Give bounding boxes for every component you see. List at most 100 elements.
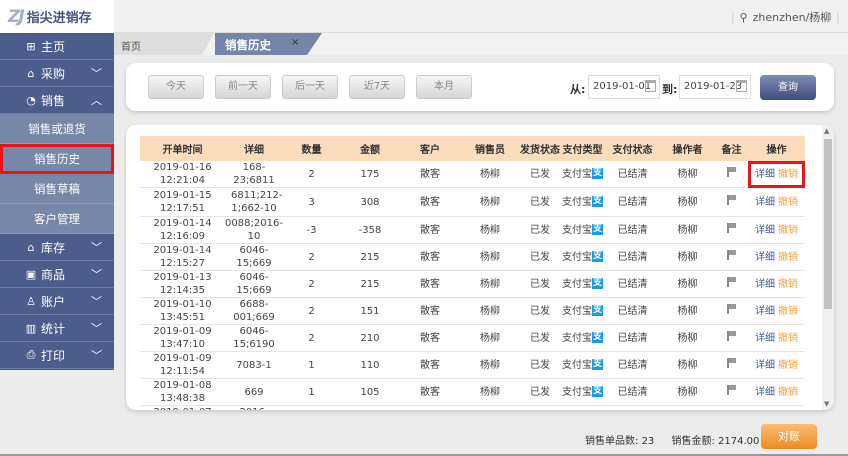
scroll-down-icon[interactable]: ▼ [824,400,829,408]
alipay-icon: 支 [592,251,603,262]
flag-icon[interactable] [727,195,736,205]
revoke-link[interactable]: 撤销 [778,360,798,371]
sidebar-item-more-3[interactable]: ▥ 统计 ﹀ [0,315,114,342]
revoke-link[interactable]: 撤销 [778,252,798,263]
revoke-link[interactable]: 撤销 [778,387,798,398]
flag-icon[interactable] [727,277,736,287]
detail-link[interactable]: 详细 [755,197,775,208]
flag-icon[interactable] [727,304,736,314]
revoke-link[interactable]: 撤销 [778,333,798,344]
revoke-link[interactable]: 撤销 [778,225,798,236]
cell-2: 2 [283,270,340,298]
cell-1: 6046-15;6190 [225,324,283,352]
cell-8: 已结清 [605,405,660,410]
actions-cell: 详细撤销 [748,405,805,410]
sidebar-item-more-4[interactable]: ⎙ 打印 ﹀ [0,342,114,369]
tab-sales-history[interactable]: 销售历史 × [215,33,322,55]
chevron-down-icon[interactable]: ﹀ [91,239,102,255]
table-row[interactable]: 2019-01-15 12:17:51 6811;212-1;662-10 3 308… [140,187,805,217]
cell-0: 2019-01-16 12:21:04 [140,161,225,188]
alipay-icon: 支 [592,196,603,207]
close-tab-icon[interactable]: × [291,37,299,48]
sidebar-item-more-2[interactable]: ♙ 账户 ﹀ [0,288,114,315]
detail-link[interactable]: 详细 [755,306,775,317]
alipay-icon: 支 [592,224,603,235]
chart-icon: ▥ [25,321,37,335]
chevron-down-icon[interactable]: ﹀ [91,266,102,282]
table-row[interactable]: 2019-01-07 13:50:262016-10;212-12213散客杨柳… [140,405,805,410]
column-header: 销售员 [460,136,520,161]
sidebar-item-label: 主页 [41,39,66,54]
table-row[interactable]: 2019-01-13 12:14:35 6046-15;669 2 215 散客 杨柳 已发… [140,270,805,298]
from-date-input[interactable]: 2019-01-01 [588,75,660,99]
table-row[interactable]: 2019-01-10 13:45:51 6688-001;669 2 151 散客 杨柳已… [140,297,805,325]
cell-3: 110 [340,351,400,379]
sidebar-item-more-1[interactable]: ▣ 商品 ﹀ [0,261,114,288]
detail-link[interactable]: 详细 [755,225,775,236]
search-button[interactable]: 查询 [760,75,816,100]
detail-link[interactable]: 详细 [755,333,775,344]
alipay-icon: 支 [592,386,603,397]
detail-link[interactable]: 详细 [755,169,775,180]
user-menu[interactable]: | ⚲ zhenzhen/杨柳 | [731,9,840,25]
quick-date-button[interactable]: 本月 [416,75,472,99]
detail-link[interactable]: 详细 [755,279,775,290]
cell-3: 151 [340,297,400,325]
detail-link[interactable]: 详细 [755,252,775,263]
scrollbar-thumb[interactable] [824,139,832,309]
flag-icon[interactable] [727,358,736,368]
to-label: 到: [662,83,678,96]
table-row[interactable]: 2019-01-09 13:47:10 6046-15;6190 2 210 散客 杨柳已… [140,324,805,352]
chevron-down-icon[interactable]: ﹀ [91,293,102,309]
column-header: 支付类型 [560,136,605,161]
calendar-icon[interactable] [736,80,747,92]
revoke-link[interactable]: 撤销 [778,306,798,317]
sidebar-subitem[interactable]: 销售历史 [0,144,114,174]
sidebar-item-more-0[interactable]: ⌂ 库存 ﹀ [0,234,114,261]
sidebar-item-1[interactable]: ⌂ 采购 ﹀ [0,60,114,87]
cell-1: 0088;2016-10 [225,216,283,244]
detail-link[interactable]: 详细 [755,360,775,371]
sidebar-subitem[interactable]: 销售草稿 [0,174,114,204]
chevron-down-icon[interactable]: ﹀ [91,347,102,363]
sidebar-item-2[interactable]: ◔ 销售 ︿ [0,87,114,114]
chevron-down-icon[interactable]: ﹀ [91,320,102,336]
cell-7: 支付宝支 [560,297,605,325]
cell-5: 杨柳 [460,216,520,244]
table-row[interactable]: 2019-01-09 12:11:54 7083-1 1 110 散客 杨柳 已发 支付宝支已… [140,351,805,379]
quick-date-button[interactable]: 近7天 [349,75,405,99]
revoke-link[interactable]: 撤销 [778,279,798,290]
sidebar-item-0[interactable]: ⊞ 主页 [0,33,114,60]
flag-icon[interactable] [727,385,736,395]
flag-icon[interactable] [727,223,736,233]
quick-date-button[interactable]: 后一天 [282,75,338,99]
quick-date-button[interactable]: 今天 [148,75,204,99]
calendar-icon[interactable] [645,80,656,92]
revoke-link[interactable]: 撤销 [778,169,798,180]
scroll-up-icon[interactable]: ▲ [824,127,829,135]
chevron-up-icon[interactable]: ︿ [91,92,102,108]
flag-icon[interactable] [727,331,736,341]
table-row[interactable]: 2019-01-08 13:48:38 669 1 105 散客 杨柳 已发 支付宝支 已结清杨… [140,378,805,406]
reconcile-button[interactable]: 对账 [761,424,817,449]
logo[interactable]: ZJ 指尖进销存 [0,0,114,33]
chevron-down-icon[interactable]: ﹀ [91,65,102,81]
table-row[interactable]: 2019-01-16 12:21:04 168-23;6811 2 175 散客 杨柳 已发… [140,161,805,188]
tab-home[interactable]: 首页 [114,33,214,55]
detail-link[interactable]: 详细 [755,387,775,398]
scrollbar[interactable]: ▲ ▼ [822,125,834,410]
flag-icon[interactable] [727,167,736,177]
table-row[interactable]: 2019-01-14 12:16:09 0088;2016-10 -3 -358 散客杨… [140,216,805,244]
cell-0: 2019-01-07 13:50:26 [140,405,225,410]
cell-3: 308 [340,187,400,217]
cell-6: 已发 [520,161,560,188]
flag-icon[interactable] [727,250,736,260]
cell-8: 已结清 [605,187,660,217]
revoke-link[interactable]: 撤销 [778,197,798,208]
sidebar-subitem[interactable]: 客户管理 [0,204,114,234]
sidebar-subitem[interactable]: 销售或退货 [0,114,114,144]
quick-date-button[interactable]: 前一天 [215,75,271,99]
table-row[interactable]: 2019-01-14 12:15:27 6046-15;669 2 215 散客 杨柳 已发… [140,243,805,271]
to-date-input[interactable]: 2019-01-23 [679,75,751,99]
app-name: 指尖进销存 [26,11,92,26]
